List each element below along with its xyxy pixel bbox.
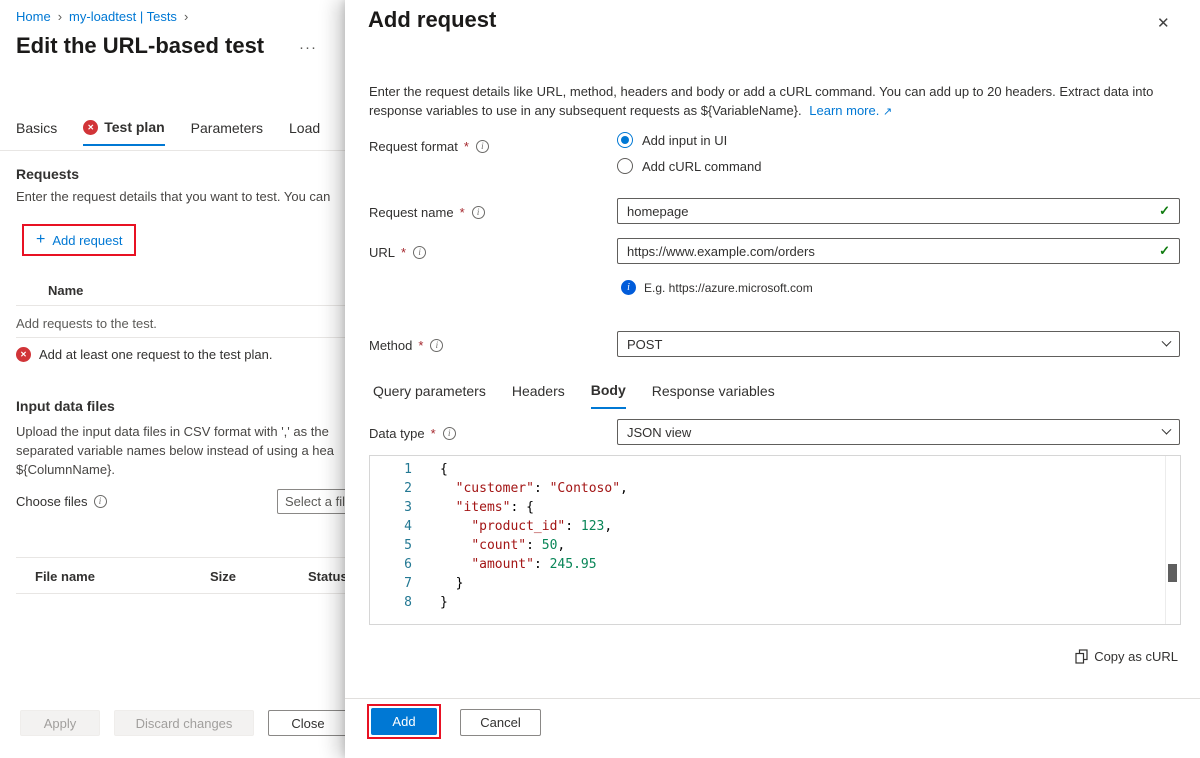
code-line[interactable]: "product_id": 123,	[440, 517, 1180, 536]
copy-icon	[1075, 649, 1088, 664]
radio-add-curl-command[interactable]: Add cURL command	[617, 158, 761, 174]
method-select[interactable]: POST	[617, 331, 1180, 357]
requests-heading: Requests	[16, 166, 79, 182]
request-name-label: Request name* i	[369, 205, 485, 220]
learn-more-link[interactable]: Learn more.	[809, 103, 879, 118]
info-icon[interactable]: i	[472, 206, 485, 219]
info-filled-icon: i	[621, 280, 636, 295]
line-number: 4	[370, 517, 412, 536]
requests-description: Enter the request details that you want …	[16, 189, 396, 204]
line-number: 3	[370, 498, 412, 517]
requests-empty-message: Add requests to the test.	[16, 316, 157, 331]
code-line[interactable]: {	[440, 460, 1180, 479]
page-title: Edit the URL-based test	[16, 33, 264, 59]
error-icon: ✕	[83, 120, 98, 135]
file-table-header-size: Size	[210, 569, 236, 584]
data-type-select[interactable]: JSON view	[617, 419, 1180, 445]
external-link-icon[interactable]: ↗	[883, 106, 892, 118]
panel-title: Add request	[368, 7, 496, 33]
file-table-header-filename: File name	[35, 569, 95, 584]
code-line[interactable]: }	[440, 593, 1180, 612]
tab-response-variables[interactable]: Response variables	[652, 382, 775, 409]
info-icon[interactable]: i	[413, 246, 426, 259]
chevron-right-icon: ›	[58, 9, 62, 24]
panel-footer-divider	[345, 698, 1200, 699]
code-line[interactable]: "customer": "Contoso",	[440, 479, 1180, 498]
chevron-down-icon	[1162, 424, 1172, 434]
code-line[interactable]: "items": {	[440, 498, 1180, 517]
choose-files-label-row: Choose files i	[16, 494, 107, 509]
code-line[interactable]: }	[440, 574, 1180, 593]
url-hint: i E.g. https://azure.microsoft.com	[621, 280, 813, 295]
info-icon[interactable]: i	[443, 427, 456, 440]
page-tabs: Basics ✕ Test plan Parameters Load T	[16, 119, 355, 146]
add-button-highlight: Add	[367, 704, 441, 739]
chevron-right-icon: ›	[184, 9, 188, 24]
code-line[interactable]: "count": 50,	[440, 536, 1180, 555]
valid-check-icon: ✓	[1159, 203, 1170, 219]
method-label: Method* i	[369, 338, 443, 353]
add-request-highlight: + Add request	[22, 224, 136, 256]
more-options-button[interactable]: ···	[299, 39, 317, 56]
add-request-button[interactable]: + Add request	[26, 228, 132, 252]
cancel-button[interactable]: Cancel	[460, 709, 541, 736]
line-number: 2	[370, 479, 412, 498]
breadcrumb-home[interactable]: Home	[16, 9, 51, 24]
line-number: 7	[370, 574, 412, 593]
chevron-down-icon	[1162, 336, 1172, 346]
close-button[interactable]: Close	[268, 710, 348, 736]
info-icon[interactable]: i	[94, 495, 107, 508]
close-icon[interactable]: ✕	[1153, 10, 1174, 36]
editor-code[interactable]: { "customer": "Contoso", "items": { "pro…	[428, 456, 1180, 624]
panel-description: Enter the request details like URL, meth…	[369, 82, 1163, 122]
input-data-files-description: Upload the input data files in CSV forma…	[16, 422, 334, 479]
breadcrumb: Home › my-loadtest | Tests ›	[16, 9, 188, 24]
radio-selected-icon	[617, 132, 633, 148]
request-name-input[interactable]: homepage ✓	[617, 198, 1180, 224]
tab-headers[interactable]: Headers	[512, 382, 565, 409]
tab-parameters[interactable]: Parameters	[191, 119, 263, 146]
tab-basics[interactable]: Basics	[16, 119, 57, 146]
copy-as-curl-button[interactable]: Copy as cURL	[1075, 649, 1178, 664]
radio-add-input-in-ui[interactable]: Add input in UI	[617, 132, 727, 148]
json-body-editor[interactable]: 12345678 { "customer": "Contoso", "items…	[369, 455, 1181, 625]
request-format-label: Request format* i	[369, 139, 489, 154]
file-table-header-status: Status	[308, 569, 348, 584]
editor-scrollbar-thumb[interactable]	[1168, 564, 1177, 582]
tab-test-plan[interactable]: ✕ Test plan	[83, 119, 164, 146]
editor-gutter: 12345678	[370, 456, 428, 624]
tab-load[interactable]: Load	[289, 119, 320, 146]
url-input[interactable]: https://www.example.com/orders ✓	[617, 238, 1180, 264]
line-number: 5	[370, 536, 412, 555]
apply-button: Apply	[20, 710, 100, 736]
add-button[interactable]: Add	[371, 708, 437, 735]
tab-query-parameters[interactable]: Query parameters	[373, 382, 486, 409]
error-icon: ✕	[16, 347, 31, 362]
url-label: URL* i	[369, 245, 426, 260]
line-number: 6	[370, 555, 412, 574]
discard-changes-button: Discard changes	[114, 710, 254, 736]
code-line[interactable]: "amount": 245.95	[440, 555, 1180, 574]
request-detail-tabs: Query parameters Headers Body Response v…	[373, 382, 775, 409]
info-icon[interactable]: i	[476, 140, 489, 153]
data-type-label: Data type* i	[369, 426, 456, 441]
valid-check-icon: ✓	[1159, 243, 1170, 259]
add-request-panel: Add request ✕ Enter the request details …	[345, 0, 1200, 758]
requests-name-column-header: Name	[48, 283, 83, 298]
plus-icon: +	[36, 232, 45, 248]
editor-scrollbar[interactable]	[1165, 456, 1180, 624]
input-data-files-heading: Input data files	[16, 398, 115, 414]
requests-validation-error: ✕ Add at least one request to the test p…	[16, 347, 272, 362]
line-number: 1	[370, 460, 412, 479]
info-icon[interactable]: i	[430, 339, 443, 352]
breadcrumb-tests[interactable]: my-loadtest | Tests	[69, 9, 177, 24]
tab-body[interactable]: Body	[591, 382, 626, 409]
radio-unselected-icon	[617, 158, 633, 174]
line-number: 8	[370, 593, 412, 612]
